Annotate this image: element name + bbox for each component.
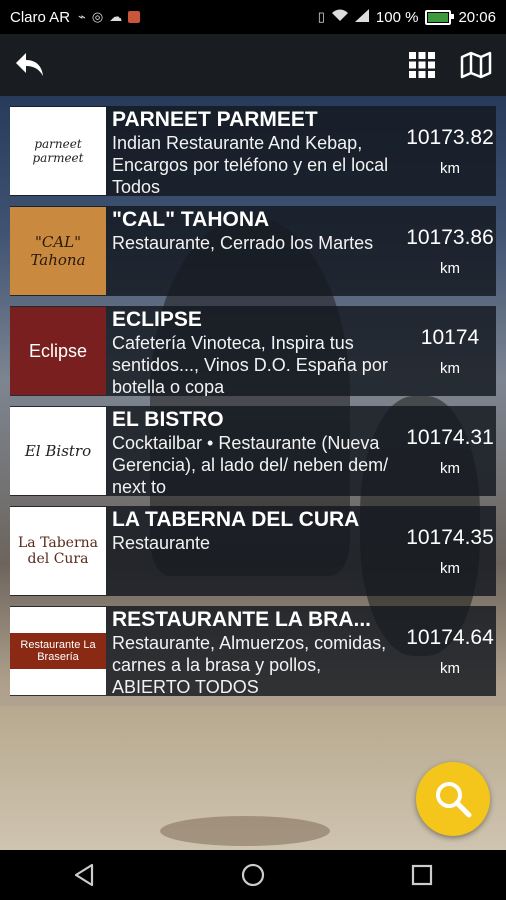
vibrate-icon: ▯ xyxy=(317,9,325,24)
distance-unit: km xyxy=(440,160,460,177)
place-distance: 10173.82 km xyxy=(404,106,496,196)
map-icon xyxy=(460,51,492,79)
place-info: LA TABERNA DEL CURA Restaurante xyxy=(106,506,404,596)
place-info: RESTAURANTE LA BRA... Restaurante, Almue… xyxy=(106,606,404,696)
place-name: LA TABERNA DEL CURA xyxy=(112,508,360,531)
place-card[interactable]: El Bistro EL BISTRO Cocktailbar • Restau… xyxy=(10,406,496,496)
place-logo: parneet parmeet xyxy=(10,107,106,195)
clock: 20:06 xyxy=(458,8,496,26)
place-info: ECLIPSE Cafetería Vinoteca, Inspira tus … xyxy=(106,306,404,396)
place-logo-text: Restaurante La Brasería xyxy=(10,633,106,669)
place-card[interactable]: La Taberna del Cura LA TABERNA DEL CURA … xyxy=(10,506,496,596)
place-description: Cafetería Vinoteca, Inspira tus sentidos… xyxy=(112,333,388,396)
distance-unit: km xyxy=(440,460,460,477)
nav-home-icon xyxy=(241,863,265,887)
place-name: EL BISTRO xyxy=(112,408,224,431)
grid-icon xyxy=(409,52,435,78)
place-info: "CAL" TAHONA Restaurante, Cerrado los Ma… xyxy=(106,206,404,296)
grid-view-button[interactable] xyxy=(404,47,440,83)
place-distance: 10174.35 km xyxy=(404,506,496,596)
system-nav-bar xyxy=(0,850,506,900)
map-view-button[interactable] xyxy=(458,47,494,83)
wifi-icon xyxy=(331,9,348,26)
system-status: ▯ 100 % 20:06 xyxy=(317,8,496,26)
place-logo: Restaurante La Brasería xyxy=(10,607,106,695)
place-info: EL BISTRO Cocktailbar • Restaurante (Nue… xyxy=(106,406,404,496)
place-logo: "CAL" Tahona xyxy=(10,207,106,295)
place-logo-text: "CAL" Tahona xyxy=(30,233,86,269)
place-logo-text: parneet parmeet xyxy=(32,137,84,165)
place-distance: 10174 km xyxy=(404,306,496,396)
distance-unit: km xyxy=(440,560,460,577)
search-button[interactable] xyxy=(416,762,490,836)
nav-recents-button[interactable] xyxy=(402,855,442,895)
place-distance: 10173.86 km xyxy=(404,206,496,296)
place-card[interactable]: Restaurante La Brasería RESTAURANTE LA B… xyxy=(10,606,496,696)
distance-value: 10173.82 xyxy=(406,126,494,149)
battery-icon xyxy=(425,9,455,25)
nav-home-button[interactable] xyxy=(233,855,273,895)
cloud-icon: ☁ xyxy=(109,9,123,24)
distance-value: 10173.86 xyxy=(406,226,494,249)
nav-back-icon xyxy=(75,863,94,887)
nav-back-button[interactable] xyxy=(64,855,104,895)
background-planter xyxy=(160,816,330,846)
app-bar-actions xyxy=(404,47,494,83)
place-card[interactable]: "CAL" Tahona "CAL" TAHONA Restaurante, C… xyxy=(10,206,496,296)
app-bar xyxy=(0,34,506,96)
place-description: Restaurante, Almuerzos, comidas, carnes … xyxy=(112,633,387,696)
place-distance: 10174.31 km xyxy=(404,406,496,496)
place-info: PARNEET PARMEET Indian Restaurante And K… xyxy=(106,106,404,196)
place-distance: 10174.64 km xyxy=(404,606,496,696)
nav-recents-icon xyxy=(411,864,432,886)
place-logo: La Taberna del Cura xyxy=(10,507,106,595)
distance-unit: km xyxy=(440,660,460,677)
usb-icon: ⌁ xyxy=(78,9,86,24)
distance-value: 10174.31 xyxy=(406,426,494,449)
place-name: "CAL" TAHONA xyxy=(112,208,270,231)
carrier-label: Claro AR xyxy=(10,8,71,26)
notification-icons: ⌁ ◎ ☁ xyxy=(78,9,141,25)
signal-icon xyxy=(354,8,369,26)
place-name: ECLIPSE xyxy=(112,308,202,331)
place-logo-text: El Bistro xyxy=(24,442,92,460)
place-logo-text: La Taberna del Cura xyxy=(18,535,98,567)
place-name: PARNEET PARMEET xyxy=(112,108,318,131)
places-list: parneet parmeet PARNEET PARMEET Indian R… xyxy=(10,106,496,706)
place-card[interactable]: parneet parmeet PARNEET PARMEET Indian R… xyxy=(10,106,496,196)
place-description: Indian Restaurante And Kebap, Encargos p… xyxy=(112,133,389,196)
place-card[interactable]: Eclipse ECLIPSE Cafetería Vinoteca, Insp… xyxy=(10,306,496,396)
whatsapp-icon: ◎ xyxy=(91,9,104,24)
place-name: RESTAURANTE LA BRA... xyxy=(112,608,371,631)
back-arrow-icon xyxy=(16,53,43,76)
place-description: Restaurante xyxy=(112,533,211,553)
app-notification-icon xyxy=(128,11,141,23)
distance-value: 10174.64 xyxy=(406,626,494,649)
distance-unit: km xyxy=(440,260,460,277)
place-logo: El Bistro xyxy=(10,407,106,495)
place-logo: Eclipse xyxy=(10,307,106,395)
place-logo-text: Eclipse xyxy=(28,340,88,361)
distance-value: 10174 xyxy=(420,326,480,349)
status-bar: Claro AR ⌁ ◎ ☁ ▯ 100 % 20:06 xyxy=(0,0,506,34)
distance-value: 10174.35 xyxy=(406,526,494,549)
place-description: Cocktailbar • Restaurante (Nueva Gerenci… xyxy=(112,433,389,496)
back-button[interactable] xyxy=(12,47,48,83)
distance-unit: km xyxy=(440,360,460,377)
battery-percent: 100 % xyxy=(375,8,419,26)
place-description: Restaurante, Cerrado los Martes xyxy=(112,233,374,253)
search-icon xyxy=(436,782,472,818)
